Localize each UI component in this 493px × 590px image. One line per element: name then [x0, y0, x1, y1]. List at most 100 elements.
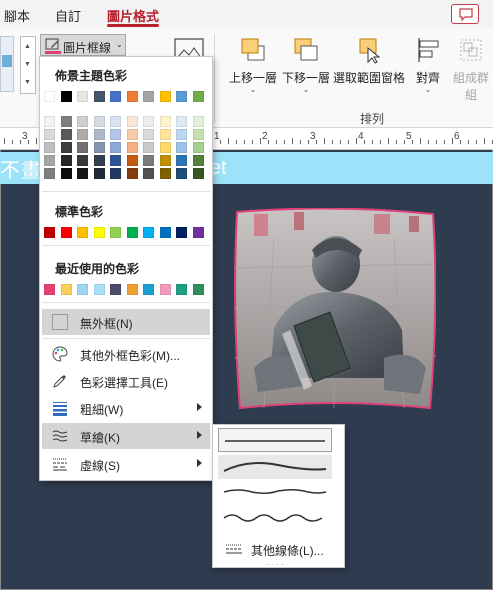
theme-shade-swatch[interactable] [176, 142, 187, 153]
theme-shade-swatch[interactable] [110, 129, 121, 140]
picture-border-button[interactable]: 圖片框線 ⌄ [40, 34, 126, 56]
theme-shade-swatch[interactable] [159, 116, 171, 127]
standard-color-swatch[interactable] [77, 227, 88, 238]
theme-color-swatch[interactable] [143, 91, 154, 102]
theme-shade-swatch[interactable] [110, 116, 121, 127]
theme-shade-swatch[interactable] [159, 168, 171, 179]
theme-shade-swatch[interactable] [60, 116, 72, 127]
gallery-scroll[interactable]: ▲ ▼ ▼ [20, 36, 36, 94]
more-lines-item[interactable]: 其他線條(L)... [219, 540, 339, 560]
theme-shade-swatch[interactable] [176, 129, 187, 140]
recent-color-swatch[interactable] [77, 284, 88, 295]
tab-custom[interactable]: 自訂 [55, 6, 81, 25]
theme-shade-swatch[interactable] [192, 129, 204, 140]
theme-shade-swatch[interactable] [192, 142, 204, 153]
theme-shade-swatch[interactable] [192, 116, 204, 127]
group-button[interactable]: 組成群 組 [450, 36, 492, 103]
theme-shade-swatch[interactable] [126, 155, 138, 166]
recent-color-swatch[interactable] [93, 284, 105, 295]
theme-shade-swatch[interactable] [77, 116, 88, 127]
standard-color-swatch[interactable] [126, 227, 138, 238]
theme-shade-swatch[interactable] [60, 155, 72, 166]
theme-shade-swatch[interactable] [126, 116, 138, 127]
standard-color-swatch[interactable] [192, 227, 204, 238]
dashes-item[interactable]: 虛線(S) [42, 451, 210, 477]
theme-shade-swatch[interactable] [44, 155, 55, 166]
theme-shade-swatch[interactable] [60, 129, 72, 140]
theme-shade-swatch[interactable] [93, 155, 105, 166]
selection-pane-button[interactable]: 選取範圍窗格 [331, 36, 407, 86]
recent-color-swatch[interactable] [60, 284, 72, 295]
align-button[interactable]: 對齊 ⌄ [408, 36, 448, 94]
theme-shade-swatch[interactable] [126, 168, 138, 179]
recent-color-swatch[interactable] [159, 284, 171, 295]
theme-color-swatch[interactable] [44, 91, 55, 102]
tab-picture-format[interactable]: 圖片格式 [107, 6, 159, 25]
eyedropper-item[interactable]: 色彩選擇工具(E) [42, 368, 210, 394]
sketch-style-scribble[interactable] [218, 506, 332, 530]
theme-color-swatch[interactable] [93, 91, 105, 102]
theme-shade-swatch[interactable] [143, 155, 154, 166]
selected-picture[interactable] [234, 208, 436, 412]
theme-shade-swatch[interactable] [77, 142, 88, 153]
picture-styles-gallery[interactable] [0, 36, 14, 92]
theme-shade-swatch[interactable] [159, 129, 171, 140]
theme-shade-swatch[interactable] [60, 168, 72, 179]
bring-forward-button[interactable]: 上移一層 ⌄ [226, 36, 280, 94]
standard-color-swatch[interactable] [60, 227, 72, 238]
theme-shade-swatch[interactable] [110, 155, 121, 166]
theme-shade-swatch[interactable] [176, 168, 187, 179]
send-backward-button[interactable]: 下移一層 ⌄ [279, 36, 333, 94]
theme-shade-swatch[interactable] [143, 142, 154, 153]
theme-shade-swatch[interactable] [192, 168, 204, 179]
recent-color-swatch[interactable] [192, 284, 204, 295]
theme-shade-swatch[interactable] [176, 155, 187, 166]
theme-shade-swatch[interactable] [93, 116, 105, 127]
standard-color-swatch[interactable] [143, 227, 154, 238]
theme-shade-swatch[interactable] [44, 129, 55, 140]
theme-shade-swatch[interactable] [143, 129, 154, 140]
recent-color-swatch[interactable] [110, 284, 121, 295]
theme-shade-swatch[interactable] [159, 142, 171, 153]
theme-shade-swatch[interactable] [110, 142, 121, 153]
more-outline-colors-item[interactable]: 其他外框色彩(M)... [42, 341, 210, 367]
theme-color-swatch[interactable] [159, 91, 171, 102]
sketch-style-freehand[interactable] [218, 480, 332, 504]
sketched-item[interactable]: 草繪(K) [42, 423, 210, 449]
theme-shade-swatch[interactable] [93, 142, 105, 153]
theme-shade-swatch[interactable] [77, 155, 88, 166]
theme-shade-swatch[interactable] [77, 129, 88, 140]
theme-shade-swatch[interactable] [77, 168, 88, 179]
theme-shade-swatch[interactable] [176, 116, 187, 127]
theme-shade-swatch[interactable] [110, 168, 121, 179]
theme-color-swatch[interactable] [60, 91, 72, 102]
recent-color-swatch[interactable] [44, 284, 55, 295]
comments-button[interactable] [451, 4, 479, 24]
theme-color-swatch[interactable] [110, 91, 121, 102]
theme-shade-swatch[interactable] [126, 129, 138, 140]
theme-shade-swatch[interactable] [60, 142, 72, 153]
theme-color-swatch[interactable] [77, 91, 88, 102]
sketch-style-curved[interactable] [218, 455, 332, 479]
theme-color-swatch[interactable] [176, 91, 187, 102]
tab-script[interactable]: 腳本 [4, 6, 30, 25]
sketch-style-straight[interactable] [218, 428, 332, 452]
standard-color-swatch[interactable] [44, 227, 55, 238]
resize-grip-icon[interactable]: ···· [267, 560, 286, 569]
standard-color-swatch[interactable] [176, 227, 187, 238]
standard-color-swatch[interactable] [159, 227, 171, 238]
theme-shade-swatch[interactable] [143, 168, 154, 179]
recent-color-swatch[interactable] [176, 284, 187, 295]
theme-shade-swatch[interactable] [44, 168, 55, 179]
weight-item[interactable]: 粗細(W) [42, 395, 210, 421]
theme-shade-swatch[interactable] [93, 129, 105, 140]
standard-color-swatch[interactable] [110, 227, 121, 238]
theme-color-swatch[interactable] [126, 91, 138, 102]
recent-color-swatch[interactable] [126, 284, 138, 295]
theme-shade-swatch[interactable] [93, 168, 105, 179]
no-outline-item[interactable]: 無外框(N) [42, 309, 210, 335]
theme-color-swatch[interactable] [192, 91, 204, 102]
theme-shade-swatch[interactable] [159, 155, 171, 166]
recent-color-swatch[interactable] [143, 284, 154, 295]
theme-shade-swatch[interactable] [44, 116, 55, 127]
